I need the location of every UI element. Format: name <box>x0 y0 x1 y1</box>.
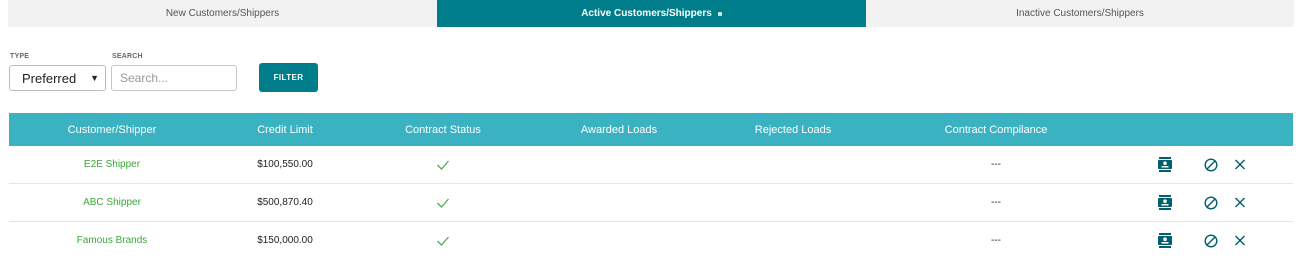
contract-compliance: --- <box>991 235 1001 246</box>
block-icon[interactable] <box>1204 146 1218 183</box>
type-select[interactable]: Preferred ▼ <box>9 65 106 91</box>
check-icon <box>437 184 450 221</box>
table-row: Famous Brands $150,000.00 --- <box>9 222 1293 258</box>
close-icon[interactable] <box>1235 146 1246 183</box>
column-header-contract-compliance: Contract Compilance <box>944 123 1048 136</box>
contact-card-icon[interactable] <box>1158 146 1172 183</box>
check-icon <box>437 222 450 258</box>
contract-compliance: --- <box>991 159 1001 170</box>
block-icon[interactable] <box>1204 184 1218 221</box>
tab-label: Inactive Customers/Shippers <box>1016 8 1144 19</box>
contact-card-icon[interactable] <box>1158 222 1172 258</box>
customer-name-link[interactable]: ABC Shipper <box>83 184 141 221</box>
table-header: Customer/Shipper Credit Limit Contract S… <box>9 113 1293 146</box>
search-label: SEARCH <box>112 53 143 60</box>
search-input[interactable] <box>111 65 237 91</box>
check-icon <box>437 146 450 183</box>
column-header-credit-limit: Credit Limit <box>257 123 313 136</box>
close-icon[interactable] <box>1235 184 1246 221</box>
customer-name-link[interactable]: E2E Shipper <box>84 146 140 183</box>
close-icon[interactable] <box>1235 222 1246 258</box>
caret-down-icon: ▼ <box>90 73 99 83</box>
tab-bar: New Customers/Shippers Active Customers/… <box>8 0 1294 27</box>
table-row: E2E Shipper $100,550.00 --- <box>9 146 1293 184</box>
tab-label: Active Customers/Shippers <box>581 8 712 19</box>
tab-new-customers[interactable]: New Customers/Shippers <box>8 0 437 27</box>
credit-limit: $150,000.00 <box>257 235 313 246</box>
contact-card-icon[interactable] <box>1158 184 1172 221</box>
type-label: TYPE <box>10 53 30 60</box>
column-header-rejected-loads: Rejected Loads <box>754 123 832 136</box>
column-header-awarded-loads: Awarded Loads <box>580 123 658 136</box>
column-header-customer: Customer/Shipper <box>67 123 157 136</box>
block-icon[interactable] <box>1204 222 1218 258</box>
contract-compliance: --- <box>991 197 1001 208</box>
tab-inactive-customers[interactable]: Inactive Customers/Shippers <box>866 0 1294 27</box>
filter-button[interactable]: FILTER <box>259 63 318 92</box>
active-indicator-icon <box>717 11 722 16</box>
credit-limit: $100,550.00 <box>257 159 313 170</box>
tab-label: New Customers/Shippers <box>165 8 280 19</box>
column-header-contract-status: Contract Status <box>405 123 481 136</box>
customer-name-link[interactable]: Famous Brands <box>77 222 148 258</box>
tab-active-customers[interactable]: Active Customers/Shippers <box>437 0 866 27</box>
type-select-value: Preferred <box>22 70 77 86</box>
table-row: ABC Shipper $500,870.40 --- <box>9 184 1293 222</box>
credit-limit: $500,870.40 <box>257 197 313 208</box>
